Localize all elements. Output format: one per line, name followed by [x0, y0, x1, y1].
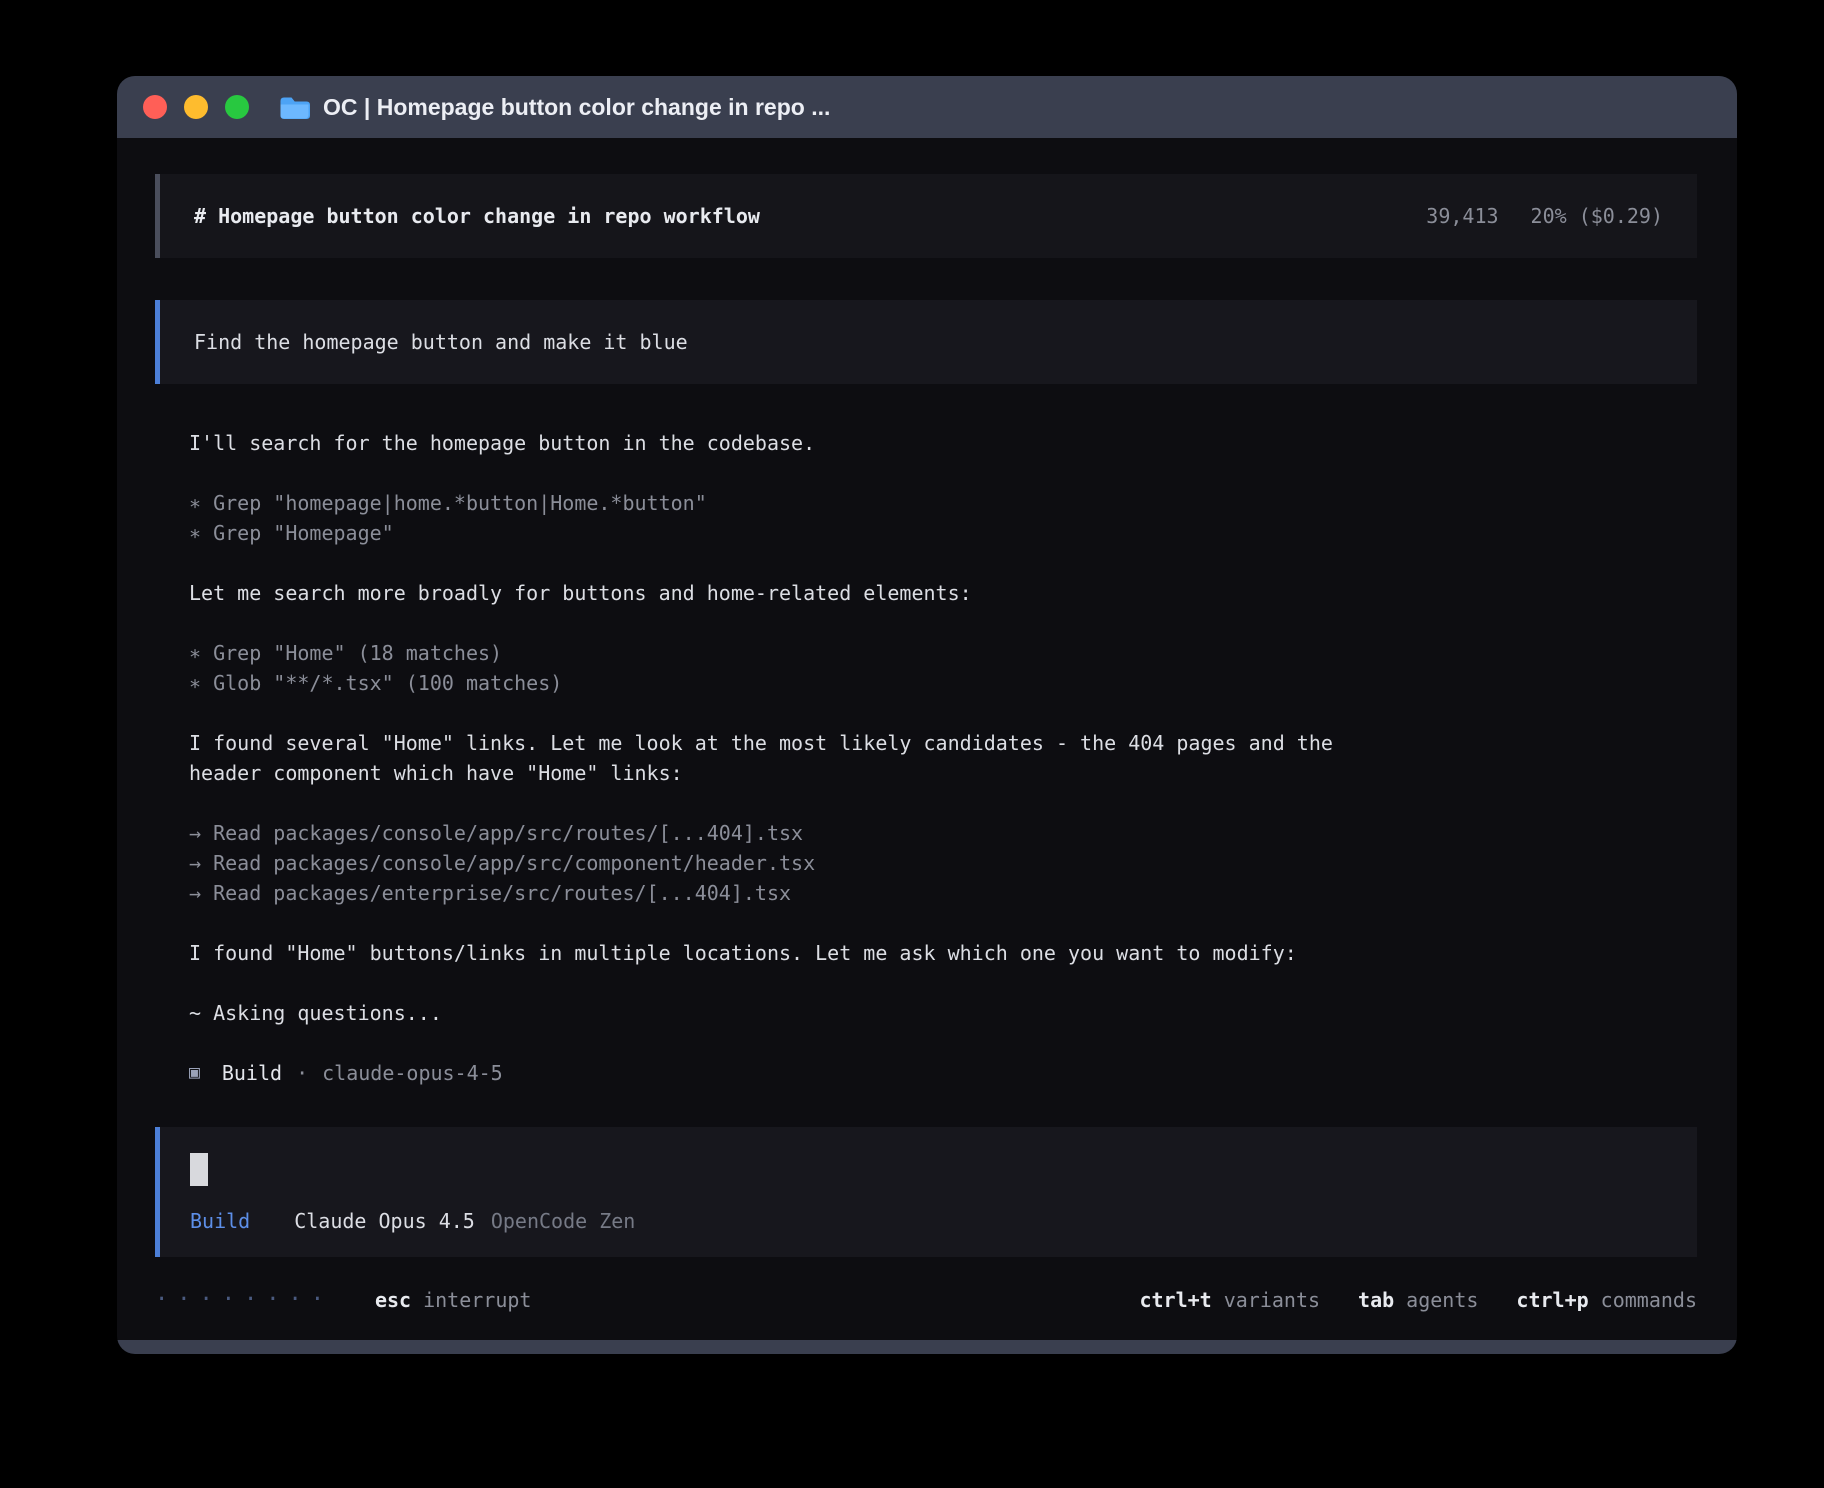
statusbar-right: ctrl+t variants tab agents ctrl+p comman… — [1139, 1288, 1697, 1312]
context-usage: 20% ($0.29) — [1531, 204, 1663, 228]
spinner-dots: ········ — [155, 1287, 333, 1312]
folder-icon — [279, 95, 310, 120]
assistant-text: I found "Home" buttons/links in multiple… — [189, 938, 1399, 968]
variants-label: variants — [1224, 1288, 1320, 1312]
tool-call-read: → Read packages/console/app/src/routes/[… — [189, 818, 1663, 848]
esc-key: esc — [375, 1288, 411, 1312]
terminal-window: OC | Homepage button color change in rep… — [117, 76, 1737, 1354]
tool-call-group: ∗ Grep "homepage|home.*button|Home.*butt… — [189, 488, 1663, 548]
window-title: OC | Homepage button color change in rep… — [323, 94, 830, 121]
traffic-lights — [143, 95, 249, 119]
token-count: 39,413 — [1426, 204, 1498, 228]
input-footer: Build Claude Opus 4.5 OpenCode Zen — [190, 1209, 1667, 1233]
status-bar: ········ esc interrupt ctrl+t variants t… — [155, 1281, 1697, 1316]
zoom-button[interactable] — [225, 95, 249, 119]
shortcut-interrupt: esc interrupt — [375, 1288, 532, 1312]
window-bottom-edge — [117, 1340, 1737, 1354]
tool-call-group: → Read packages/console/app/src/routes/[… — [189, 818, 1663, 908]
tool-call-grep: ∗ Grep "Home" (18 matches) — [189, 638, 1663, 668]
shortcut-agents: tab agents — [1358, 1288, 1478, 1312]
close-button[interactable] — [143, 95, 167, 119]
assistant-text: I found several "Home" links. Let me loo… — [189, 728, 1399, 788]
text-cursor — [190, 1153, 208, 1186]
assistant-text: I'll search for the homepage button in t… — [189, 428, 1399, 458]
tool-call-read: → Read packages/console/app/src/componen… — [189, 848, 1663, 878]
assistant-text: Let me search more broadly for buttons a… — [189, 578, 1399, 608]
session-title: # Homepage button color change in repo w… — [194, 204, 760, 228]
model-label: Claude Opus 4.5 — [294, 1209, 475, 1233]
prompt-input[interactable]: Build Claude Opus 4.5 OpenCode Zen — [155, 1127, 1697, 1257]
variants-key: ctrl+t — [1139, 1288, 1211, 1312]
commands-key: ctrl+p — [1516, 1288, 1588, 1312]
conversation: I'll search for the homepage button in t… — [155, 428, 1697, 1088]
session-header: # Homepage button color change in repo w… — [155, 174, 1697, 258]
statusbar-left: ········ esc interrupt — [155, 1287, 531, 1312]
agent-name: Build — [222, 1058, 282, 1088]
agent-line: ▣ Build · claude-opus-4-5 — [189, 1058, 1663, 1088]
agents-key: tab — [1358, 1288, 1394, 1312]
esc-label: interrupt — [423, 1288, 531, 1312]
commands-label: commands — [1601, 1288, 1697, 1312]
agent-icon: ▣ — [189, 1058, 200, 1088]
session-meta: 39,413 20% ($0.29) — [1426, 204, 1663, 228]
tool-call-glob: ∗ Glob "**/*.tsx" (100 matches) — [189, 668, 1663, 698]
bottom-stack: Build Claude Opus 4.5 OpenCode Zen ·····… — [155, 1127, 1697, 1316]
shortcut-variants: ctrl+t variants — [1139, 1288, 1320, 1312]
window-titlebar[interactable]: OC | Homepage button color change in rep… — [117, 76, 1737, 138]
agents-label: agents — [1406, 1288, 1478, 1312]
activity-status: ~ Asking questions... — [189, 998, 1663, 1028]
tool-call-grep: ∗ Grep "Homepage" — [189, 518, 1663, 548]
agent-mode-label: Build — [190, 1209, 250, 1233]
shortcut-commands: ctrl+p commands — [1516, 1288, 1697, 1312]
tool-call-group: ∗ Grep "Home" (18 matches) ∗ Glob "**/*.… — [189, 638, 1663, 698]
minimize-button[interactable] — [184, 95, 208, 119]
agent-model: claude-opus-4-5 — [322, 1058, 503, 1088]
user-message: Find the homepage button and make it blu… — [155, 300, 1697, 384]
terminal-content: # Homepage button color change in repo w… — [117, 138, 1737, 1340]
user-message-text: Find the homepage button and make it blu… — [194, 330, 688, 354]
agent-separator: · — [296, 1058, 308, 1088]
window-title-group: OC | Homepage button color change in rep… — [279, 94, 830, 121]
tool-call-read: → Read packages/enterprise/src/routes/[.… — [189, 878, 1663, 908]
provider-label: OpenCode Zen — [491, 1209, 636, 1233]
tool-call-grep: ∗ Grep "homepage|home.*button|Home.*butt… — [189, 488, 1663, 518]
